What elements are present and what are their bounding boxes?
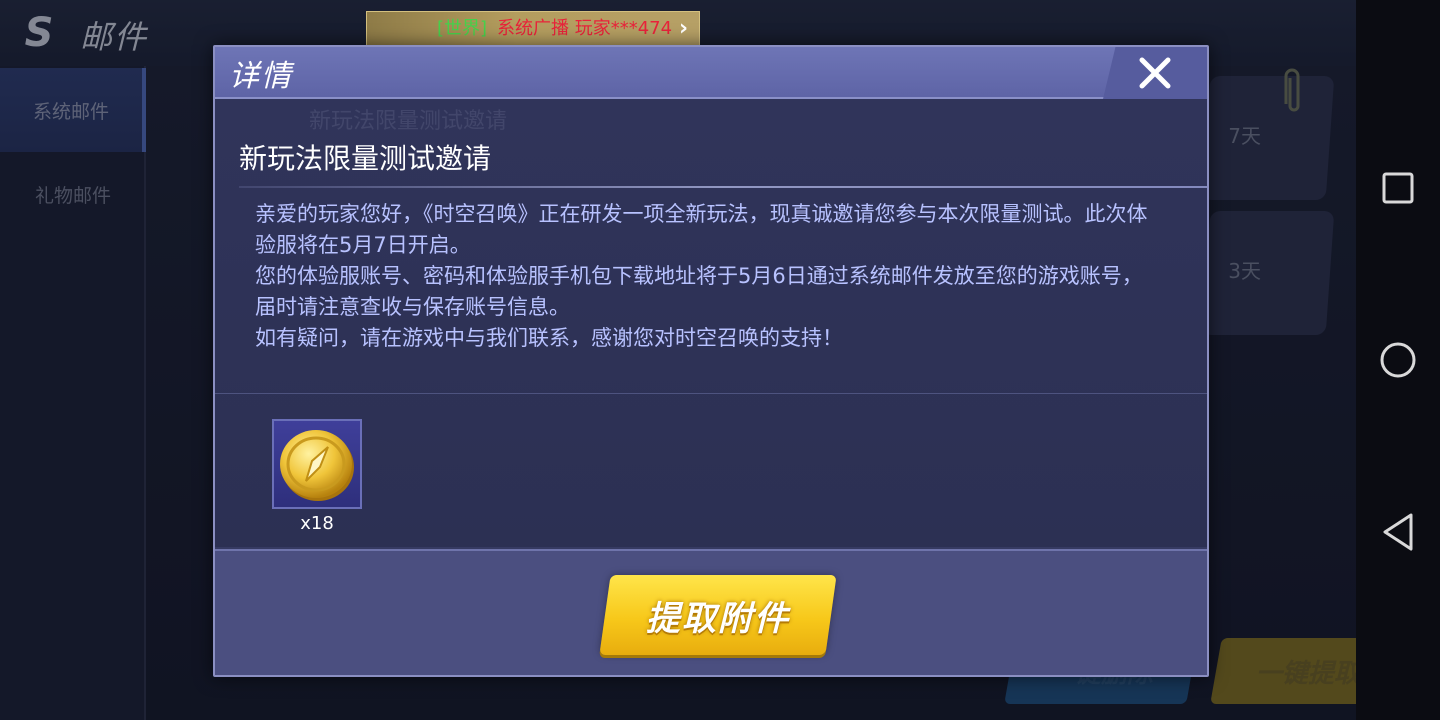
broadcast-message: 系统广播 玩家***474 (497, 18, 673, 39)
claim-attachment-button[interactable]: 提取附件 (599, 575, 837, 655)
dialog-header: 详情 (215, 47, 1207, 99)
attachment-count: x18 (300, 513, 334, 534)
mail-title: 新玩法限量测试邀请 (239, 142, 492, 175)
mail-paragraph: 亲爱的玩家您好，《时空召唤》正在研发一项全新玩法，现真诚邀请您参与本次限量测试。… (255, 202, 1148, 257)
dialog-title: 详情 (229, 59, 293, 94)
circle-icon (1380, 342, 1416, 378)
attachment-divider (215, 393, 1207, 394)
claim-attachment-label: 提取附件 (646, 598, 790, 639)
recents-button[interactable] (1378, 168, 1418, 208)
square-icon (1382, 172, 1414, 204)
dialog-footer: 提取附件 (215, 549, 1207, 675)
mail-content: 亲爱的玩家您好，《时空召唤》正在研发一项全新玩法，现真诚邀请您参与本次限量测试。… (255, 199, 1155, 354)
gold-coin-icon (280, 430, 354, 501)
back-nav-button[interactable] (1378, 512, 1418, 552)
mail-detail-dialog: 详情 新玩法限量测试邀请 新玩法限量测试邀请 亲爱的玩家您好，《时空召唤》正在研… (213, 45, 1209, 677)
background-mail-title: 新玩法限量测试邀请 (309, 109, 508, 134)
home-button[interactable] (1378, 340, 1418, 380)
close-icon (1139, 57, 1171, 89)
system-navigation-bar (1356, 0, 1440, 720)
broadcast-ticker[interactable]: [世界] 系统广播 玩家***474 › (366, 11, 700, 47)
dialog-body: 新玩法限量测试邀请 新玩法限量测试邀请 亲爱的玩家您好，《时空召唤》正在研发一项… (215, 99, 1207, 547)
triangle-back-icon (1383, 513, 1413, 551)
mail-paragraph: 您的体验服账号、密码和体验服手机包下载地址将于5月6日通过系统邮件发放至您的游戏… (255, 264, 1143, 319)
title-divider (239, 186, 1207, 188)
mail-paragraph: 如有疑问，请在游戏中与我们联系，感谢您对时空召唤的支持！ (255, 326, 843, 350)
close-button[interactable] (1103, 47, 1207, 99)
chevron-right-icon: › (679, 16, 689, 41)
attachment-item[interactable] (272, 419, 362, 509)
broadcast-channel: [世界] (437, 18, 488, 39)
